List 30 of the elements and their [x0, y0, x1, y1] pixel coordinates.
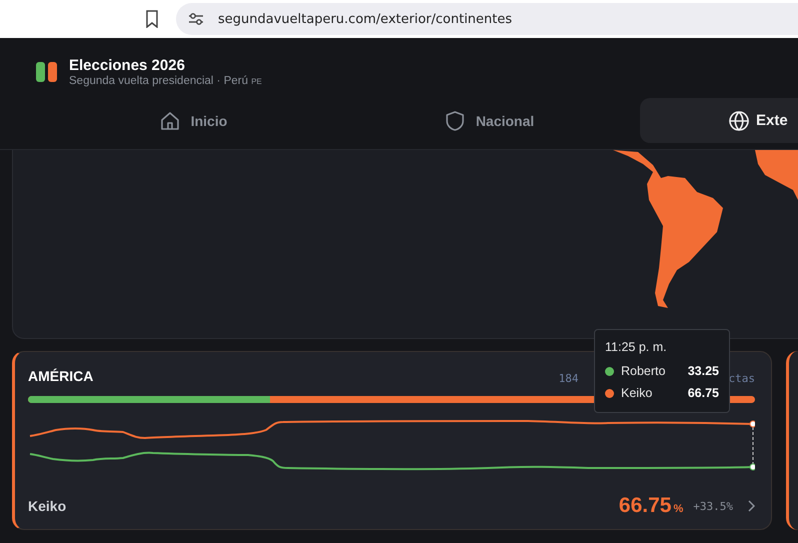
tooltip-time: 11:25 p. m. [605, 340, 668, 354]
hover-guide-line [752, 426, 754, 464]
site-subtitle: Segunda vuelta presidencial · Perú PE [69, 74, 262, 86]
continent-shape [755, 150, 798, 202]
nav-tab[interactable]: Inicio [48, 98, 338, 143]
shield-icon [444, 110, 466, 132]
region-card[interactable] [786, 351, 798, 530]
bookmark-icon[interactable] [145, 10, 159, 28]
nav-tab[interactable]: Nacional [344, 98, 634, 143]
logo-icon [36, 62, 57, 82]
leader-percent: 66.75% [618, 494, 684, 518]
url-text: segundavueltaperu.com/exterior/continentes [218, 12, 512, 26]
home-icon [158, 110, 181, 132]
chevron-right-icon[interactable] [747, 500, 755, 512]
candidate-name: Keiko [621, 386, 654, 400]
data-point [750, 464, 755, 470]
data-point [750, 420, 755, 428]
address-bar[interactable]: segundavueltaperu.com/exterior/continentes [176, 3, 798, 35]
candidate-value: 66.75 [688, 386, 719, 400]
count-text: 184 [558, 372, 578, 385]
candidate-value: 33.25 [688, 364, 719, 378]
count-text: ctas [728, 372, 755, 385]
margin-text: +33.5% [693, 500, 733, 512]
region-title: AMÉRICA [28, 368, 94, 384]
site-title: Elecciones 2026 [69, 56, 186, 74]
candidate-name: Roberto [621, 364, 666, 378]
nav-tab[interactable]: Exte [640, 98, 798, 143]
leader-name: Keiko [28, 498, 66, 514]
site-settings-icon[interactable] [188, 12, 204, 26]
globe-icon [728, 110, 750, 132]
